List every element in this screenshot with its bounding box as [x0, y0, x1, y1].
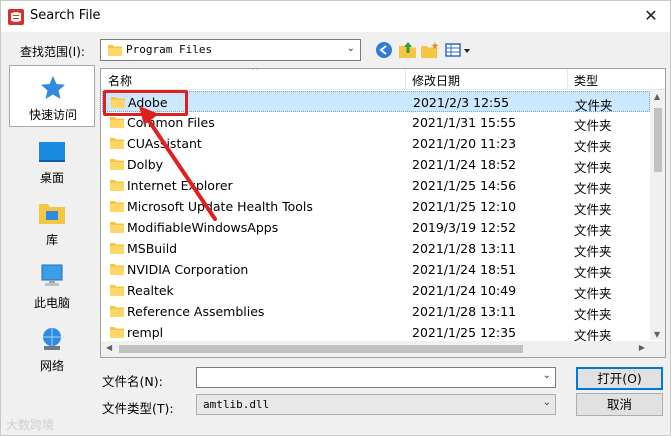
annotation-arrow-icon: [139, 106, 217, 221]
watermark-text: 大数跨境: [6, 418, 55, 432]
search-file-dialog: Search File ✕ 查找范围(I): Program Files ⌄ 快…: [0, 0, 671, 436]
